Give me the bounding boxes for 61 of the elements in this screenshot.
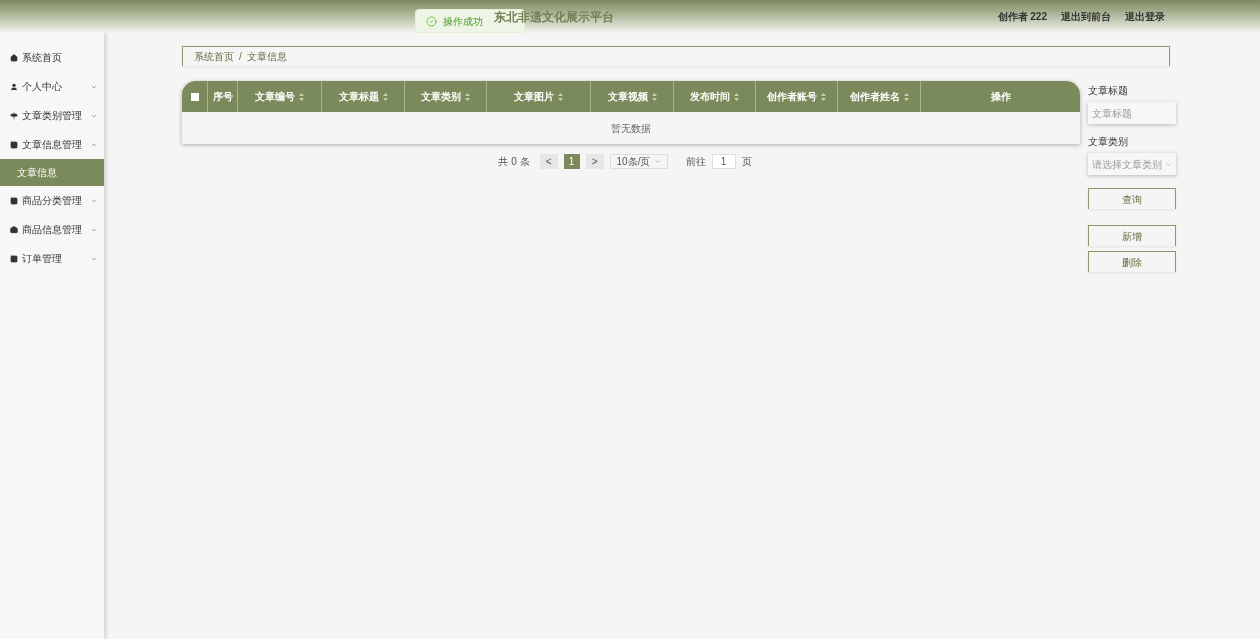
- sidebar-item[interactable]: 文章类别管理: [0, 101, 104, 130]
- column-header[interactable]: 文章图片: [487, 81, 591, 112]
- page-button[interactable]: 1: [563, 154, 580, 169]
- chevron-down-icon: [653, 158, 661, 165]
- sidebar-item[interactable]: 文章信息管理: [0, 130, 104, 159]
- total-count: 共 0 条: [498, 155, 530, 169]
- sidebar-item[interactable]: 订单管理: [0, 244, 104, 273]
- column-header: 操作: [989, 90, 1012, 104]
- select-all-checkbox[interactable]: [190, 92, 199, 101]
- filter-label: 文章标题: [1088, 84, 1129, 98]
- column-header[interactable]: 文章标题: [322, 81, 405, 112]
- menu-icon: [10, 140, 18, 149]
- site-title: 东北非遗文化展示平台: [493, 8, 614, 26]
- menu-icon: [10, 196, 18, 205]
- title-field[interactable]: 文章标题: [1088, 102, 1176, 124]
- goto-label: 前往: [685, 155, 706, 169]
- page-input[interactable]: 1: [711, 154, 736, 169]
- menu-icon: [10, 225, 18, 234]
- menu-icon: [10, 82, 18, 91]
- sidebar-item[interactable]: 商品分类管理: [0, 186, 104, 215]
- sort-icon: [558, 92, 563, 101]
- user-name: 创作者 222: [997, 10, 1047, 24]
- breadcrumb-item[interactable]: 系统首页: [194, 49, 234, 64]
- column-header[interactable]: 文章视频: [591, 81, 674, 112]
- sort-icon: [299, 92, 304, 101]
- action-button[interactable]: 新增: [1088, 225, 1176, 246]
- menu-icon: [10, 111, 18, 120]
- breadcrumb-item: /: [239, 50, 242, 64]
- sort-icon: [821, 92, 826, 101]
- chevron-down-icon: [1165, 160, 1172, 168]
- filter-label: 文章类别: [1088, 135, 1129, 149]
- empty-message: 暂无数据: [611, 121, 651, 136]
- next-page-button[interactable]: >: [585, 154, 604, 169]
- column-header[interactable]: 文章编号: [238, 81, 322, 112]
- goto-suffix: 页: [741, 155, 752, 169]
- category-select[interactable]: 请选择文章类别: [1088, 153, 1176, 175]
- check-icon: [426, 15, 437, 27]
- menu-icon: [10, 254, 18, 263]
- header-link[interactable]: 退出登录: [1125, 9, 1165, 24]
- submenu-item[interactable]: 文章信息: [0, 159, 104, 186]
- sidebar-item[interactable]: 商品信息管理: [0, 215, 104, 244]
- sort-icon: [734, 92, 739, 101]
- prev-page-button[interactable]: <: [539, 154, 558, 169]
- page-size-select[interactable]: 10条/页: [609, 154, 668, 169]
- header-link[interactable]: 退出到前台: [1061, 9, 1111, 24]
- sidebar-item[interactable]: 系统首页: [0, 43, 104, 72]
- breadcrumb-item: 文章信息: [246, 50, 287, 64]
- sort-icon: [382, 92, 388, 101]
- column-header[interactable]: 发布时间: [674, 81, 756, 112]
- action-button[interactable]: 查询: [1088, 188, 1176, 209]
- column-header[interactable]: 创作者账号: [756, 81, 838, 112]
- sort-icon: [903, 92, 909, 101]
- column-header: 序号: [208, 81, 238, 112]
- sidebar-item[interactable]: 个人中心: [0, 72, 104, 101]
- column-header[interactable]: 文章类别: [405, 81, 487, 112]
- menu-icon: [10, 53, 18, 62]
- sort-icon: [651, 92, 657, 101]
- column-header[interactable]: 创作者姓名: [838, 81, 921, 112]
- action-button[interactable]: 删除: [1088, 251, 1176, 272]
- toast-message: 操作成功: [443, 14, 483, 29]
- sort-icon: [465, 92, 470, 101]
